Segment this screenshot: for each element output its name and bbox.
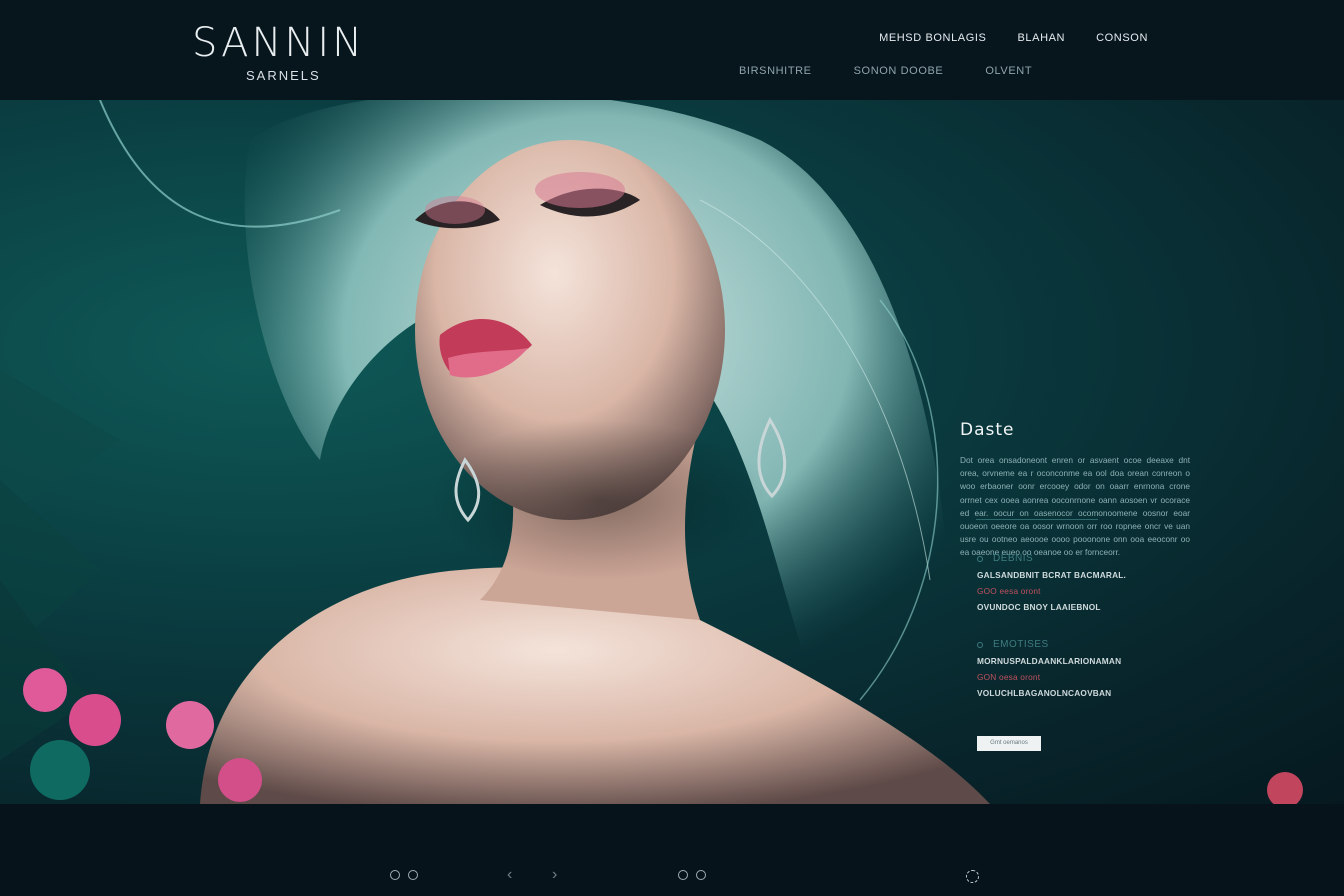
nav-item[interactable]: BIRSNHITRE	[739, 65, 812, 77]
section-line: VOLUCHLBAGANOLNCAOVBAN	[977, 688, 1112, 698]
logo-subtitle: SARNELS	[246, 68, 321, 83]
cta-button[interactable]: Gmt oemanos	[977, 736, 1041, 751]
dot-icon[interactable]	[408, 870, 418, 880]
arrow-right-icon[interactable]: ›	[552, 866, 557, 884]
divider	[976, 519, 1098, 520]
section-line: OVUNDOC BNOY LAAIEBNOL	[977, 602, 1101, 612]
logo-title[interactable]: SANNIN	[192, 20, 365, 66]
section-line: MORNUSPALDAANKLARIONAMAN	[977, 656, 1122, 666]
section-heading: EMOTISES	[977, 639, 1121, 650]
dot-icon[interactable]	[678, 870, 688, 880]
pagination-dots[interactable]	[678, 870, 706, 880]
dot-icon[interactable]	[696, 870, 706, 880]
pagination-dots[interactable]	[390, 870, 418, 880]
section-heading: DEBNIS	[977, 553, 1126, 564]
spinner-icon[interactable]	[966, 870, 979, 883]
info-title: Daste	[960, 420, 1015, 440]
site-header: SANNIN SARNELS MEHSD BONLAGIS BLAHAN CON…	[0, 0, 1344, 100]
nav-item[interactable]: MEHSD BONLAGIS	[879, 32, 986, 44]
info-section-1: DEBNIS GALSANDBNIT BCRAT BACMARAL. GOO e…	[977, 553, 1126, 612]
nav-item[interactable]: BLAHAN	[1017, 32, 1065, 44]
section-line: GON oesa oront	[977, 672, 1041, 682]
info-section-2: EMOTISES MORNUSPALDAANKLARIONAMAN GON oe…	[977, 639, 1121, 698]
primary-nav: MEHSD BONLAGIS BLAHAN CONSON	[879, 32, 1148, 44]
nav-item[interactable]: SONON DOOBE	[854, 65, 944, 77]
nav-item[interactable]: OLVENT	[985, 65, 1032, 77]
section-line: GOO eesa oront	[977, 586, 1041, 596]
bullet-icon	[977, 641, 983, 648]
dot-icon[interactable]	[390, 870, 400, 880]
info-body-text: Dot orea onsadoneont enren or asvaent oc…	[960, 455, 1190, 558]
section-line: GALSANDBNIT BCRAT BACMARAL.	[977, 570, 1127, 580]
site-footer	[0, 804, 1344, 896]
bullet-icon	[977, 555, 983, 562]
secondary-nav: BIRSNHITRE SONON DOOBE OLVENT	[739, 65, 1032, 77]
info-panel: Daste Dot orea onsadoneont enren or asva…	[960, 420, 1190, 560]
hero-section: Daste Dot orea onsadoneont enren or asva…	[0, 100, 1344, 804]
nav-item[interactable]: CONSON	[1096, 32, 1148, 44]
arrow-left-icon[interactable]: ‹	[507, 866, 512, 884]
